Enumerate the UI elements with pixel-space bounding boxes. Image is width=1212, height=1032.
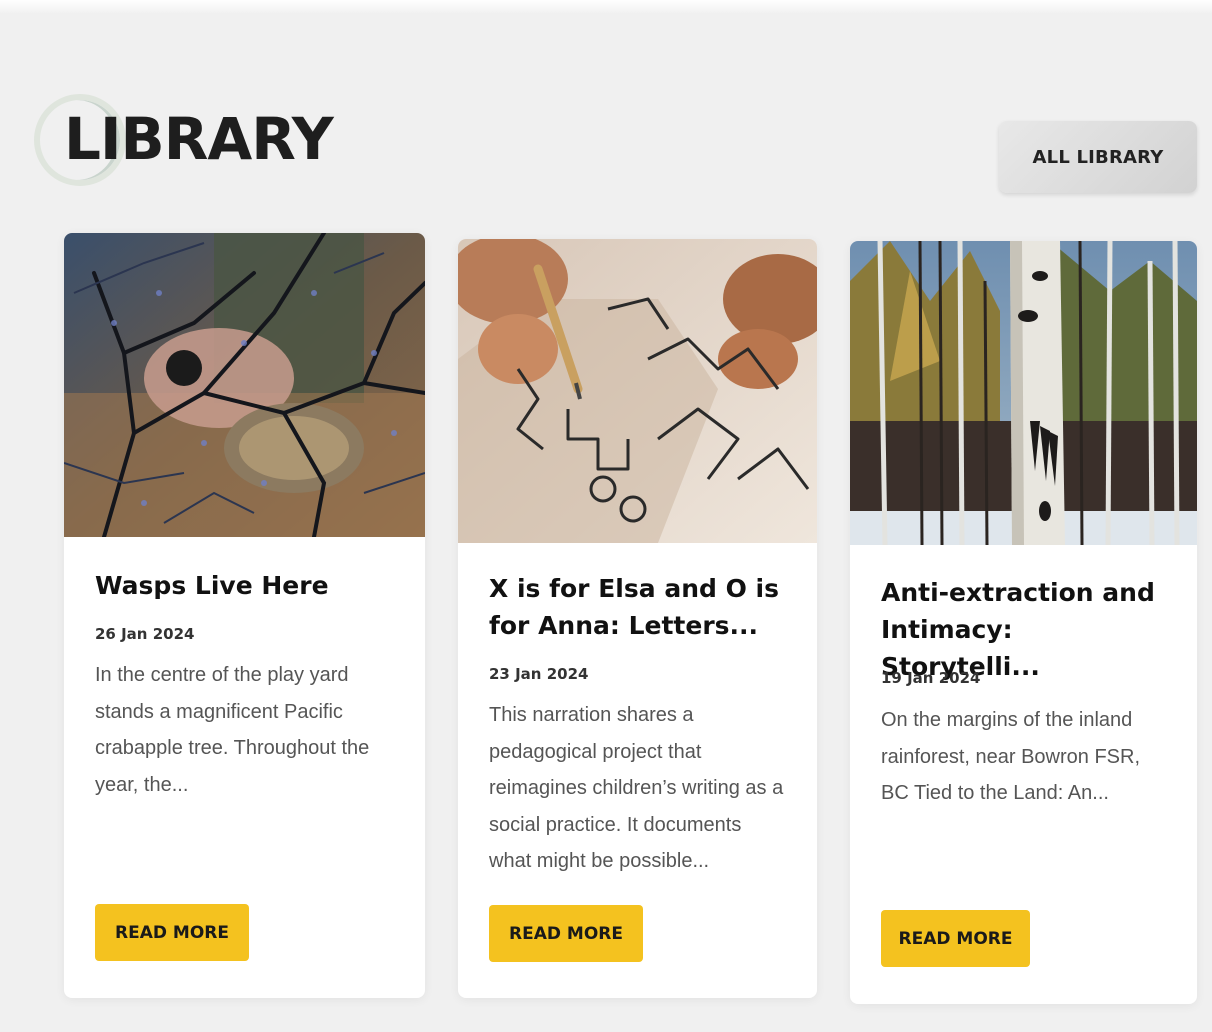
aspen-forest-photo xyxy=(850,241,1197,545)
card-excerpt: This narration shares a pedagogical proj… xyxy=(489,704,784,872)
card-date: 19 Jan 2024 xyxy=(881,669,981,687)
read-more-button[interactable]: READ MORE xyxy=(881,910,1030,967)
card-date: 23 Jan 2024 xyxy=(489,665,589,683)
library-section: LIBRARY ALL LIBRARY Wasps Live Here 26 J… xyxy=(0,0,1212,1032)
page-title: LIBRARY xyxy=(64,105,334,173)
top-divider xyxy=(0,0,1212,14)
card-title[interactable]: Wasps Live Here xyxy=(95,567,403,604)
card-image-aspen-forest[interactable] xyxy=(850,241,1197,545)
library-card: X is for Elsa and O is for Anna: Letters… xyxy=(458,239,817,998)
wasp-nest-photo xyxy=(64,233,425,537)
read-more-button[interactable]: READ MORE xyxy=(95,904,249,961)
child-writing-photo xyxy=(458,239,817,543)
card-image-child-writing[interactable] xyxy=(458,239,817,543)
all-library-button[interactable]: ALL LIBRARY xyxy=(999,121,1197,193)
library-card: Wasps Live Here 26 Jan 2024 In the centr… xyxy=(64,233,425,998)
card-title[interactable]: X is for Elsa and O is for Anna: Letters… xyxy=(489,570,795,644)
card-image-wasp-nest[interactable] xyxy=(64,233,425,537)
card-excerpt: In the centre of the play yard stands a … xyxy=(95,664,370,796)
library-card: Anti-extraction and Intimacy: Storytelli… xyxy=(850,241,1197,1004)
read-more-button[interactable]: READ MORE xyxy=(489,905,643,962)
card-date: 26 Jan 2024 xyxy=(95,625,195,643)
card-excerpt: On the margins of the inland rainforest,… xyxy=(881,709,1140,804)
